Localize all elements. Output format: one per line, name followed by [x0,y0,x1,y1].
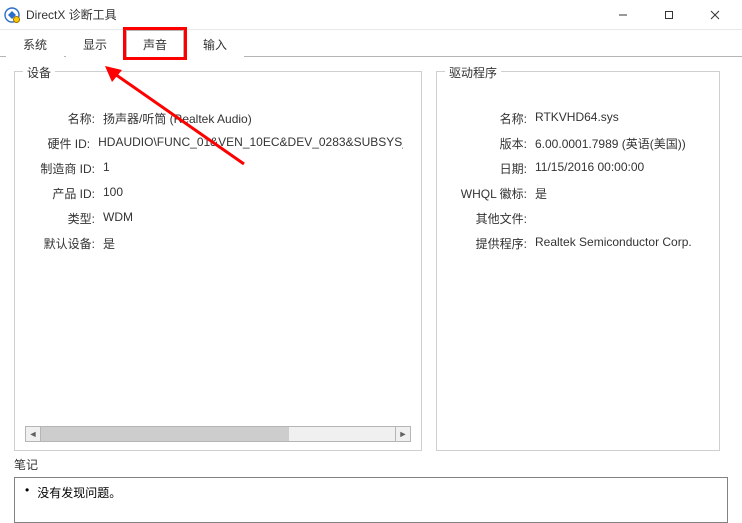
device-groupbox: 设备 名称: 扬声器/听筒 (Realtek Audio) 硬件 ID: HDA… [14,71,422,451]
tab-sound[interactable]: 声音 [126,30,184,57]
driver-date-label: 日期: [455,160,527,177]
driver-whql-value: 是 [535,185,547,202]
scroll-thumb[interactable] [41,427,289,441]
device-hscrollbar[interactable]: ◄ ► [25,426,411,442]
device-prod-label: 产品 ID: [33,185,95,202]
device-hwid-value: HDAUDIO\FUNC_01&VEN_10EC&DEV_0283&SUBSYS… [98,135,403,149]
bullet-icon: • [25,484,29,496]
minimize-button[interactable] [600,0,646,30]
tab-display[interactable]: 显示 [66,30,124,57]
driver-groupbox: 驱动程序 名称: RTKVHD64.sys 版本: 6.00.0001.7989… [436,71,720,451]
device-mfg-label: 制造商 ID: [33,160,95,177]
scroll-left-button[interactable]: ◄ [25,426,41,442]
device-default-value: 是 [103,235,115,252]
device-type-value: WDM [103,210,133,224]
driver-legend: 驱动程序 [445,64,501,81]
device-name-label: 名称: [33,110,95,127]
tab-input[interactable]: 输入 [186,30,244,57]
close-button[interactable] [692,0,738,30]
tab-system[interactable]: 系统 [6,30,64,57]
tab-bar: 系统 显示 声音 输入 [0,30,742,56]
window-controls [600,0,738,30]
device-name-value: 扬声器/听筒 (Realtek Audio) [103,110,252,127]
device-type-label: 类型: [33,210,95,227]
app-icon [4,7,20,23]
content-area: 设备 名称: 扬声器/听筒 (Realtek Audio) 硬件 ID: HDA… [0,56,742,456]
device-prod-value: 100 [103,185,123,199]
notes-text: 没有发现问题。 [37,484,121,501]
device-legend: 设备 [23,64,55,81]
device-hwid-label: 硬件 ID: [33,135,90,152]
scroll-right-button[interactable]: ► [395,426,411,442]
notes-label: 笔记 [14,456,728,473]
device-default-label: 默认设备: [33,235,95,252]
driver-name-label: 名称: [455,110,527,127]
driver-date-value: 11/15/2016 00:00:00 [535,160,644,174]
driver-provider-value: Realtek Semiconductor Corp. [535,235,692,249]
notes-section: 笔记 • 没有发现问题。 [0,456,742,523]
driver-whql-label: WHQL 徽标: [455,185,527,202]
notes-box[interactable]: • 没有发现问题。 [14,477,728,523]
driver-provider-label: 提供程序: [455,235,527,252]
titlebar: DirectX 诊断工具 [0,0,742,30]
scroll-track[interactable] [41,426,395,442]
maximize-button[interactable] [646,0,692,30]
device-mfg-value: 1 [103,160,110,174]
window-title: DirectX 诊断工具 [26,6,600,23]
driver-ver-label: 版本: [455,135,527,152]
driver-ver-value: 6.00.0001.7989 (英语(美国)) [535,135,686,152]
driver-name-value: RTKVHD64.sys [535,110,619,124]
driver-other-label: 其他文件: [455,210,527,227]
